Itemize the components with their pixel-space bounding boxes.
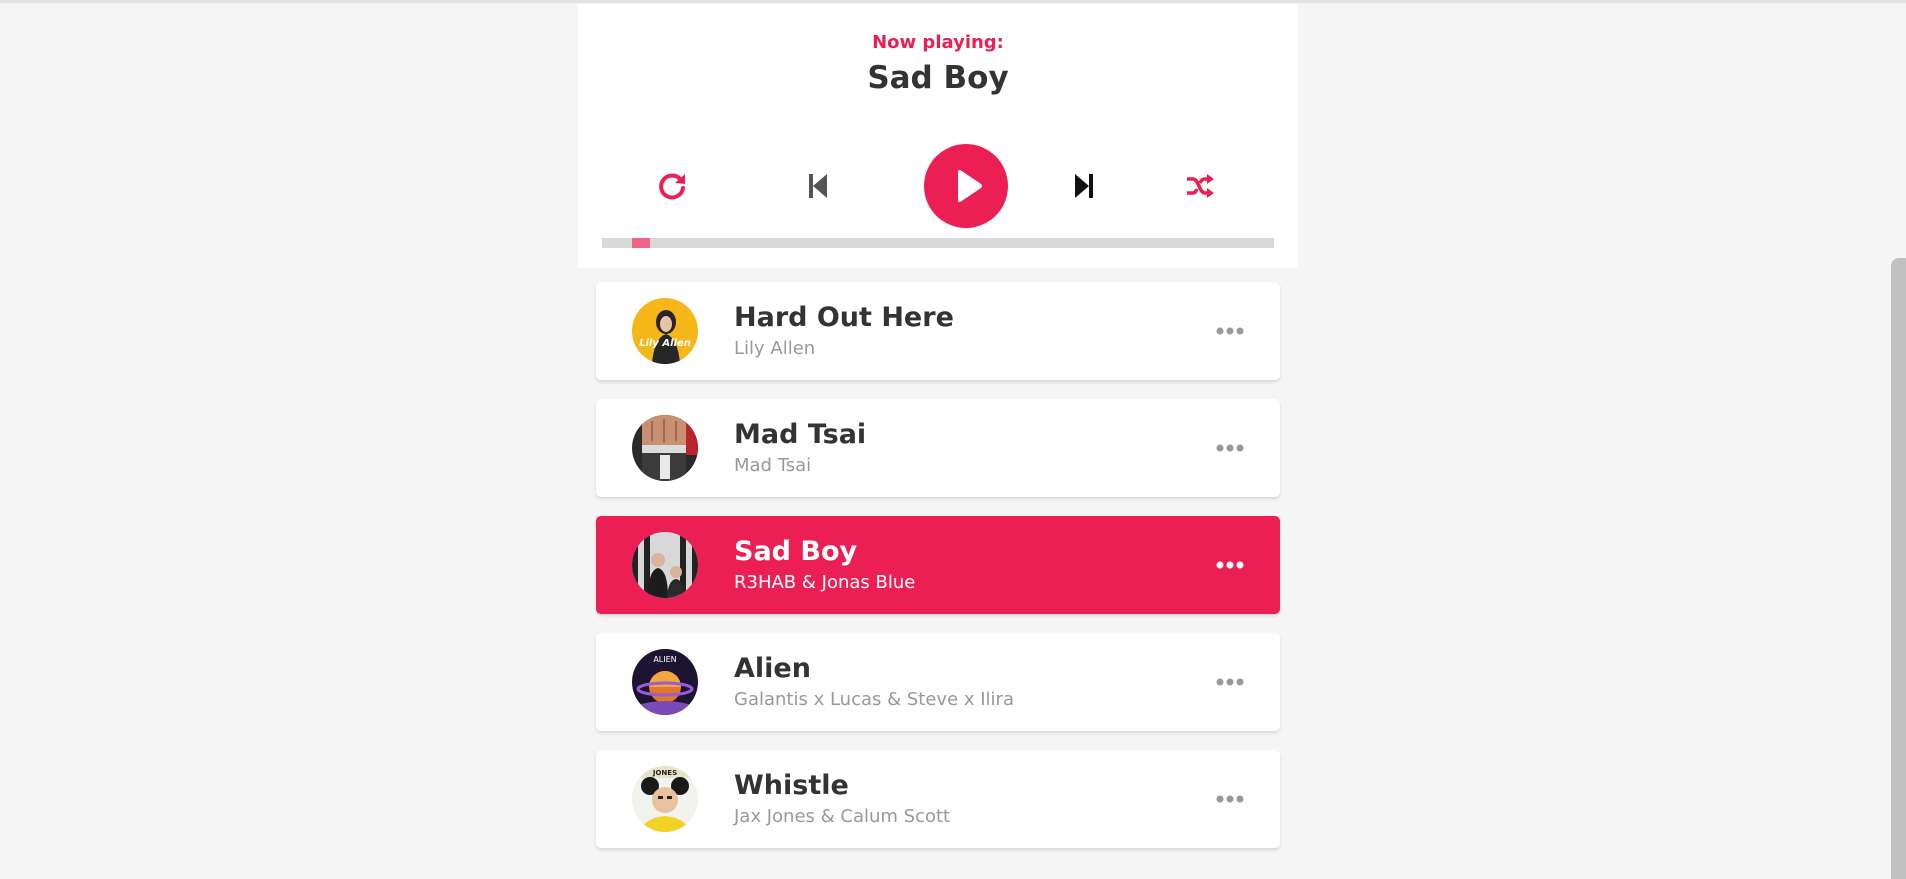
song-options-button[interactable] xyxy=(1210,667,1250,697)
ellipsis-icon xyxy=(1216,561,1244,569)
svg-text:Lily Allen: Lily Allen xyxy=(639,338,691,349)
song-thumb xyxy=(632,532,698,598)
song-author: Jax Jones & Calum Scott xyxy=(734,806,951,827)
song-author: Lily Allen xyxy=(734,338,816,359)
song-author: Mad Tsai xyxy=(734,455,812,476)
progress-bar[interactable] xyxy=(602,238,1274,248)
shuffle-icon xyxy=(1187,174,1214,198)
step-backward-icon xyxy=(809,174,827,198)
song-title: Whistle xyxy=(734,770,849,801)
song-title: Sad Boy xyxy=(734,536,858,567)
song-item-active[interactable]: Sad Boy R3HAB & Jonas Blue xyxy=(596,516,1280,614)
song-thumb: Lily Allen xyxy=(632,298,698,364)
song-options-button[interactable] xyxy=(1210,784,1250,814)
ellipsis-icon xyxy=(1216,444,1244,452)
song-thumb: JONES xyxy=(632,766,698,832)
scrollbar-thumb[interactable] xyxy=(1891,258,1906,879)
song-options-button[interactable] xyxy=(1210,550,1250,580)
next-button[interactable] xyxy=(1062,164,1106,208)
ellipsis-icon xyxy=(1216,327,1244,335)
ellipsis-icon xyxy=(1216,795,1244,803)
repeat-icon xyxy=(659,173,685,200)
song-body: Hard Out Here Lily Allen xyxy=(734,300,954,359)
song-title: Alien xyxy=(734,653,811,684)
song-author: Galantis x Lucas & Steve x Ilira xyxy=(734,689,1014,710)
song-options-button[interactable] xyxy=(1210,433,1250,463)
song-body: Whistle Jax Jones & Calum Scott xyxy=(734,768,950,827)
prev-button[interactable] xyxy=(796,164,840,208)
song-item[interactable]: ALIEN Alien Galantis x Lucas & Steve x I… xyxy=(596,633,1280,731)
song-body: Sad Boy R3HAB & Jonas Blue xyxy=(734,534,915,593)
song-title: Mad Tsai xyxy=(734,419,867,450)
song-thumb xyxy=(632,415,698,481)
song-item[interactable]: Mad Tsai Mad Tsai xyxy=(596,399,1280,497)
shuffle-button[interactable] xyxy=(1178,164,1222,208)
play-icon xyxy=(958,170,982,202)
progress-thumb[interactable] xyxy=(632,238,650,248)
song-author: R3HAB & Jonas Blue xyxy=(734,572,916,593)
ellipsis-icon xyxy=(1216,678,1244,686)
player-dashboard: Now playing: Sad Boy xyxy=(578,4,1298,268)
svg-text:ALIEN: ALIEN xyxy=(653,655,676,664)
song-title: Hard Out Here xyxy=(734,302,954,333)
song-item[interactable]: Lily Allen Hard Out Here Lily Allen xyxy=(596,282,1280,380)
song-options-button[interactable] xyxy=(1210,316,1250,346)
svg-text:JONES: JONES xyxy=(652,769,677,777)
repeat-button[interactable] xyxy=(651,164,695,208)
top-border xyxy=(0,0,1906,3)
song-body: Alien Galantis x Lucas & Steve x Ilira xyxy=(734,651,1014,710)
play-toggle-button[interactable] xyxy=(924,144,1008,228)
song-body: Mad Tsai Mad Tsai xyxy=(734,417,866,476)
current-song-title: Sad Boy xyxy=(867,60,1009,96)
now-playing-label: Now playing: xyxy=(872,32,1004,53)
song-item[interactable]: JONES Whistle Jax Jones & Calum Scott xyxy=(596,750,1280,848)
step-forward-icon xyxy=(1075,174,1093,198)
song-thumb: ALIEN xyxy=(632,649,698,715)
